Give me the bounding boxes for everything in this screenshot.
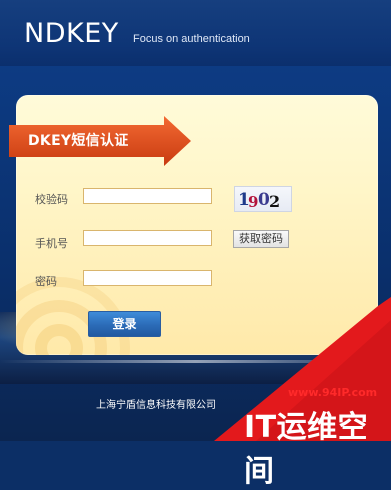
brand-tagline: Focus on authentication [133, 33, 250, 45]
watermark-url: www.94IP.com [288, 386, 378, 399]
login-button[interactable]: 登录 [88, 311, 161, 337]
captcha-label: 校验码 [35, 193, 68, 206]
brand-logo-text: NDKEY [24, 18, 119, 49]
city-light-trail [0, 360, 391, 363]
company-footer: 上海宁盾信息科技有限公司 [96, 400, 216, 411]
watermark-text: IT运维空间 [244, 410, 369, 489]
password-label: 密码 [35, 275, 57, 288]
captcha-image[interactable]: 1 9 0 2 [234, 186, 292, 212]
password-input[interactable] [83, 270, 212, 286]
card-title: DKEY短信认证 [28, 133, 129, 149]
header: NDKEY Focus on authentication [0, 0, 391, 66]
captcha-digit-2: 9 [248, 193, 259, 211]
phone-input[interactable] [83, 230, 212, 246]
phone-label: 手机号 [35, 237, 68, 250]
captcha-digit-4: 2 [269, 192, 281, 211]
get-password-button[interactable]: 获取密码 [233, 230, 289, 248]
captcha-input[interactable] [83, 188, 212, 204]
